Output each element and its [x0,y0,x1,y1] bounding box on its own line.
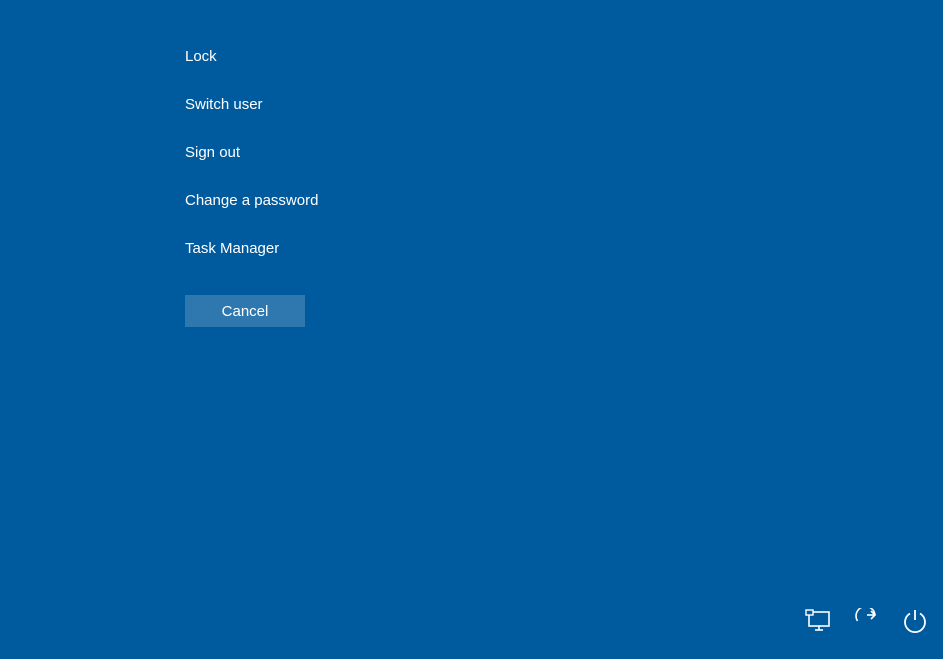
network-icon[interactable] [805,607,833,635]
security-options-menu: Lock Switch user Sign out Change a passw… [185,47,318,287]
menu-item-task-manager[interactable]: Task Manager [185,239,318,259]
ease-of-access-icon[interactable] [853,607,881,635]
menu-item-change-password[interactable]: Change a password [185,191,318,211]
cancel-button[interactable]: Cancel [185,295,305,327]
power-icon[interactable] [901,607,929,635]
bottom-icon-bar [805,607,929,635]
menu-item-sign-out[interactable]: Sign out [185,143,318,163]
menu-item-lock[interactable]: Lock [185,47,318,67]
menu-item-switch-user[interactable]: Switch user [185,95,318,115]
